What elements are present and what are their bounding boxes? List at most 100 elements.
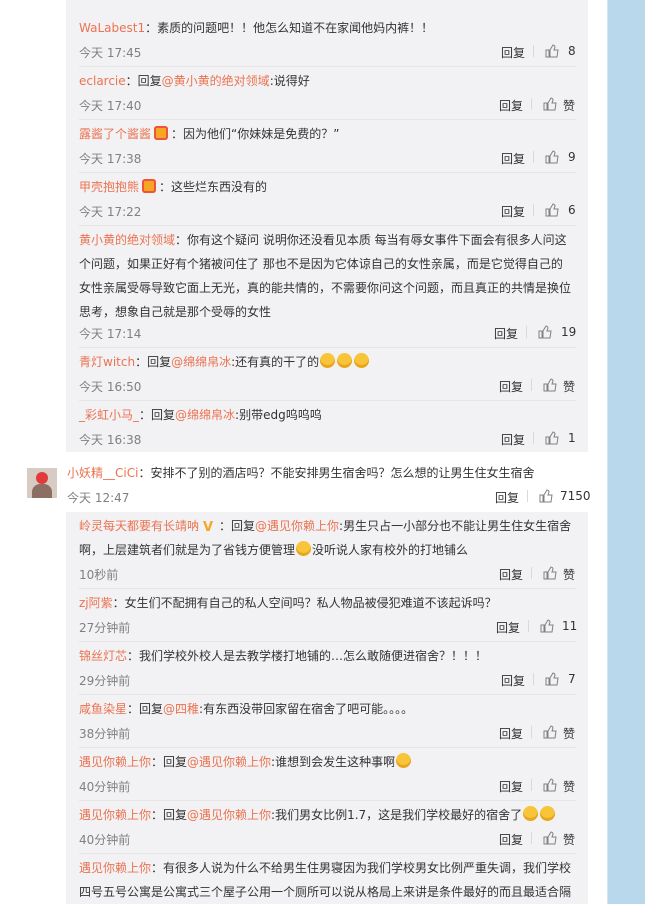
like-count: 赞 bbox=[563, 780, 576, 794]
member-badge-icon bbox=[154, 126, 169, 140]
thumb-up-icon[interactable] bbox=[545, 431, 559, 445]
comment-text: :别带edg呜呜呜 bbox=[235, 408, 322, 422]
comment-text: ：素质的问题吧！！他怎么知道不在家闻他妈内裤！！ bbox=[145, 21, 434, 35]
divider bbox=[533, 673, 534, 685]
like-count: 赞 bbox=[563, 833, 576, 847]
reply-prefix: ：回复 bbox=[219, 519, 256, 533]
reply-button[interactable]: 回复 bbox=[499, 831, 523, 848]
sub-comment-s4: 咸鱼染星：回复@四稚:有东西没带回家留在宿舍了吧可能。。。。 bbox=[79, 697, 413, 721]
divider bbox=[533, 204, 534, 216]
thumb-up-icon[interactable] bbox=[539, 489, 553, 503]
sub-comment-s5: 遇见你赖上你：回复@遇见你赖上你:谁想到会发生这种事啊 bbox=[79, 750, 412, 774]
member-badge-icon bbox=[142, 179, 157, 193]
comment-user[interactable]: eclarcie bbox=[79, 74, 126, 88]
reply-button[interactable]: 回复 bbox=[501, 431, 525, 448]
thumb-up-icon[interactable] bbox=[543, 566, 557, 580]
thumb-up-icon[interactable] bbox=[545, 44, 559, 58]
mention-link[interactable]: @四稚 bbox=[163, 702, 199, 716]
mention-link[interactable]: @绵绵帛冰 bbox=[171, 355, 231, 369]
sub-comment-s7: 遇见你赖上你：有很多人说为什么不给男生住男寝因为我们学校男女比例严重失调，我们学… bbox=[79, 856, 574, 904]
comment-user[interactable]: 岭灵每天都要有长靖呐 bbox=[79, 519, 199, 533]
mention-link[interactable]: @遇见你赖上你 bbox=[255, 519, 339, 533]
comment-user[interactable]: 甲壳抱抱熊 bbox=[79, 180, 139, 194]
comment-text: :我们男女比例1.7，这是我们学校最好的宿舍了 bbox=[271, 808, 523, 822]
comment-user[interactable]: _彩虹小马_ bbox=[79, 408, 139, 422]
comment-user[interactable]: 青灯witch bbox=[79, 355, 135, 369]
thumb-up-icon[interactable] bbox=[543, 97, 557, 111]
mention-link[interactable]: @遇见你赖上你 bbox=[187, 755, 271, 769]
like-count: 赞 bbox=[563, 568, 576, 582]
comment-user[interactable]: 咸鱼染星 bbox=[79, 702, 127, 716]
divider bbox=[531, 98, 532, 110]
comment-time: 今天 17:22 bbox=[79, 205, 142, 219]
thumb-up-icon[interactable] bbox=[545, 150, 559, 164]
like-count: 6 bbox=[568, 203, 576, 217]
reply-button[interactable]: 回复 bbox=[499, 725, 523, 742]
comment-text: ：有很多人说为什么不给男生住男寝因为我们学校男女比例严重失调，我们学校四号五号公… bbox=[79, 861, 572, 899]
reply-button[interactable]: 回复 bbox=[499, 566, 523, 583]
comment-user[interactable]: 锦丝灯芯 bbox=[79, 649, 127, 663]
comment-user[interactable]: 遇见你赖上你 bbox=[79, 861, 151, 875]
comment-time: 今天 17:40 bbox=[79, 99, 142, 113]
comment-time: 今天 16:38 bbox=[79, 433, 142, 447]
comment-text: ：我们学校外校人是去教学楼打地铺的…怎么敢随便进宿舍？！！！ bbox=[127, 649, 488, 663]
reply-button[interactable]: 回复 bbox=[501, 203, 525, 220]
comment-user[interactable]: 遇见你赖上你 bbox=[79, 808, 151, 822]
comment-user[interactable]: 露酱了个酱酱 bbox=[79, 127, 151, 141]
comment-c3: 露酱了个酱酱 ：因为他们“你妹妹是免费的？” bbox=[79, 122, 339, 146]
reply-button[interactable]: 回复 bbox=[496, 619, 520, 636]
divider bbox=[79, 747, 576, 748]
comment-time: 今天 16:50 bbox=[79, 380, 142, 394]
mention-link[interactable]: @遇见你赖上你 bbox=[187, 808, 271, 822]
thumb-up-icon[interactable] bbox=[545, 203, 559, 217]
thumb-up-icon[interactable] bbox=[543, 831, 557, 845]
like-count: 8 bbox=[568, 44, 576, 58]
reply-button[interactable]: 回复 bbox=[499, 378, 523, 395]
reply-button[interactable]: 回复 bbox=[499, 778, 523, 795]
like-count: 19 bbox=[561, 325, 577, 339]
comment-user[interactable]: 小妖精__CiCi bbox=[67, 466, 138, 480]
comment-text: :还有真的干了的 bbox=[231, 355, 320, 369]
divider bbox=[533, 432, 534, 444]
reply-button[interactable]: 回复 bbox=[499, 97, 523, 114]
thumb-up-icon[interactable] bbox=[543, 778, 557, 792]
thumb-up-icon[interactable] bbox=[543, 725, 557, 739]
emoji-icon bbox=[396, 753, 412, 768]
comment-time: 40分钟前 bbox=[79, 780, 131, 794]
comment-user[interactable]: 黄小黄的绝对领域 bbox=[79, 233, 175, 247]
divider bbox=[79, 694, 576, 695]
comment-time: 38分钟前 bbox=[79, 727, 131, 741]
comment-user[interactable]: zj阿紫 bbox=[79, 596, 113, 610]
sub-comment-s1: 岭灵每天都要有长靖呐 V ：回复@遇见你赖上你:男生只占一小部分也不能让男生住女生宿… bbox=[79, 514, 574, 562]
avatar[interactable] bbox=[27, 468, 57, 498]
divider bbox=[533, 45, 534, 57]
like-count: 赞 bbox=[563, 727, 576, 741]
divider bbox=[527, 490, 528, 502]
comment-user[interactable]: 遇见你赖上你 bbox=[79, 755, 151, 769]
reply-button[interactable]: 回复 bbox=[501, 44, 525, 61]
mention-link[interactable]: @黄小黄的绝对领域 bbox=[162, 74, 270, 88]
divider bbox=[528, 620, 529, 632]
thumb-up-icon[interactable] bbox=[545, 672, 559, 686]
mention-link[interactable]: @绵绵帛冰 bbox=[175, 408, 235, 422]
thumb-up-icon[interactable] bbox=[540, 619, 554, 633]
emoji-icon bbox=[540, 806, 556, 821]
reply-button[interactable]: 回复 bbox=[494, 325, 518, 342]
comment-text: ：安排不了别的酒店吗？不能安排男生宿舍吗？怎么想的让男生住女生宿舍 bbox=[138, 466, 535, 480]
comment-c7: _彩虹小马_：回复@绵绵帛冰:别带edg呜呜呜 bbox=[79, 403, 322, 427]
emoji-icon bbox=[354, 353, 370, 368]
reply-button[interactable]: 回复 bbox=[495, 489, 519, 506]
thumb-up-icon[interactable] bbox=[543, 378, 557, 392]
comment-c5: 黄小黄的绝对领域：你有这个疑问 说明你还没看见本质 每当有辱女事件下面会有很多人… bbox=[79, 228, 574, 324]
comment-time: 29分钟前 bbox=[79, 674, 131, 688]
divider bbox=[533, 151, 534, 163]
comment-text: ：女生们不配拥有自己的私人空间吗？私人物品被侵犯难道不该起诉吗？ bbox=[112, 596, 497, 610]
divider bbox=[79, 800, 576, 801]
reply-button[interactable]: 回复 bbox=[501, 672, 525, 689]
comment-c4: 甲壳抱抱熊 ：这些烂东西没有的 bbox=[79, 175, 267, 199]
comment-time: 今天 17:14 bbox=[79, 327, 142, 341]
reply-button[interactable]: 回复 bbox=[501, 150, 525, 167]
like-count: 7 bbox=[568, 672, 576, 686]
thumb-up-icon[interactable] bbox=[538, 325, 552, 339]
comment-user[interactable]: WaLabest1 bbox=[79, 21, 145, 35]
